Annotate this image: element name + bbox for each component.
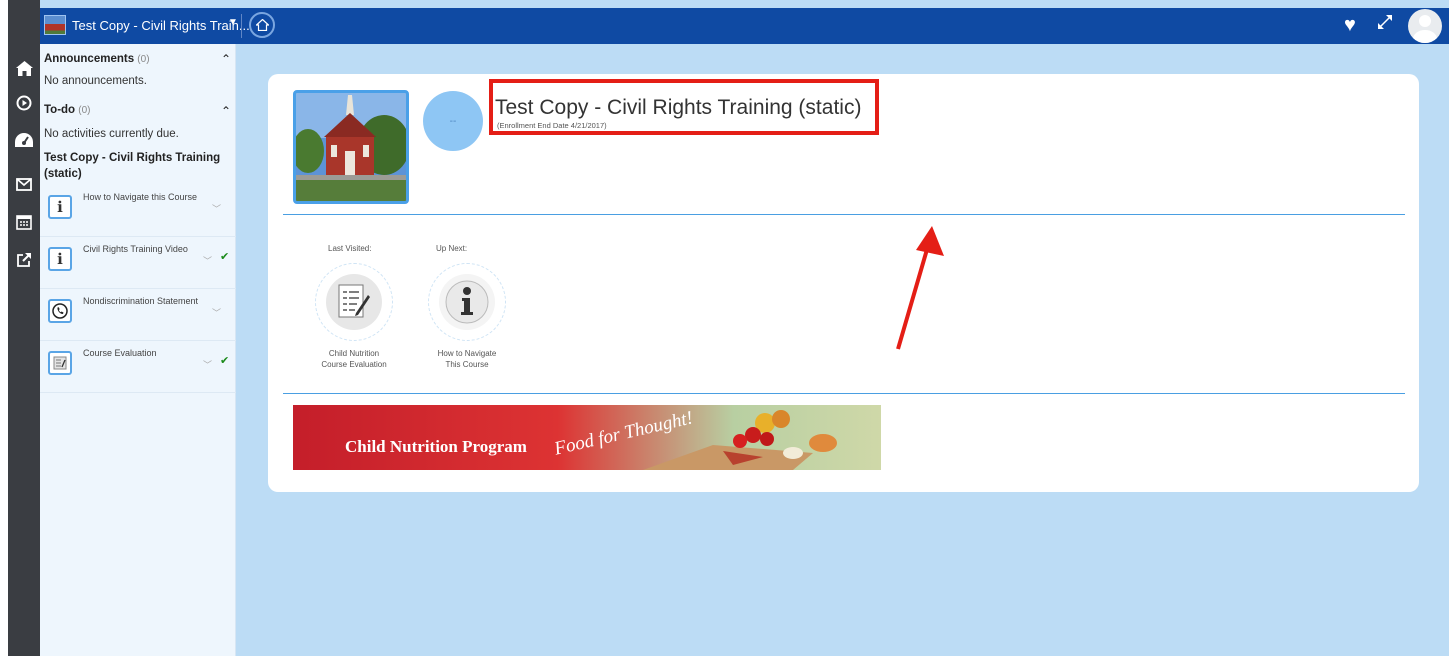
chevron-down-icon[interactable]: ﹀ bbox=[212, 202, 221, 215]
last-visited-activity[interactable] bbox=[315, 263, 393, 341]
caret-down-icon[interactable]: ▼ bbox=[228, 17, 238, 28]
up-next-line1: How to Navigate bbox=[437, 349, 497, 358]
calendar-icon[interactable] bbox=[8, 206, 40, 238]
activity-item[interactable]: ℹ Civil Rights Training Video ﹀ ✔ bbox=[40, 237, 236, 289]
icon-rail bbox=[8, 0, 40, 656]
announcements-header[interactable]: Announcements (0) bbox=[44, 53, 150, 65]
last-visited-heading: Last Visited: bbox=[328, 244, 372, 253]
up-next-label: How to Navigate This Course bbox=[422, 348, 512, 370]
collapse-todo-icon[interactable]: ⌃ bbox=[221, 104, 231, 118]
activity-item[interactable]: Course Evaluation ﹀ ✔ bbox=[40, 341, 236, 393]
course-thumbnail-icon bbox=[44, 15, 66, 35]
activity-label: Nondiscrimination Statement bbox=[83, 296, 199, 306]
chevron-down-icon[interactable]: ﹀ bbox=[212, 306, 221, 319]
last-visited-label: Child Nutrition Course Evaluation bbox=[309, 348, 399, 370]
activity-label: Civil Rights Training Video bbox=[83, 244, 188, 254]
highlight-box bbox=[489, 79, 879, 135]
dashboard-icon[interactable] bbox=[8, 124, 40, 156]
todo-header[interactable]: To-do (0) bbox=[44, 104, 91, 116]
home-icon[interactable] bbox=[8, 52, 40, 84]
play-circle-icon[interactable] bbox=[8, 87, 40, 119]
home-button[interactable] bbox=[249, 12, 275, 38]
course-image bbox=[293, 90, 409, 204]
up-next-activity[interactable] bbox=[428, 263, 506, 341]
sidebar: Announcements (0) ⌃ No announcements. To… bbox=[40, 44, 236, 656]
heart-icon[interactable]: ♥ bbox=[1344, 14, 1356, 37]
collapse-announcements-icon[interactable]: ⌃ bbox=[221, 52, 231, 66]
window-edge bbox=[0, 0, 8, 656]
divider bbox=[283, 214, 1405, 215]
top-bar: Test Copy - Civil Rights Train... ▼ ♥ bbox=[40, 8, 1449, 44]
info-icon: ℹ bbox=[48, 247, 72, 271]
program-banner: Child Nutrition Program Food for Thought… bbox=[293, 405, 881, 470]
todo-count: (0) bbox=[78, 105, 91, 116]
checklist-icon bbox=[326, 274, 382, 330]
todo-empty: No activities currently due. bbox=[44, 128, 179, 140]
up-next-line2: This Course bbox=[445, 360, 489, 369]
last-visited-line1: Child Nutrition bbox=[328, 349, 380, 358]
activity-item[interactable]: ℹ How to Navigate this Course ﹀ bbox=[40, 185, 236, 237]
phone-icon bbox=[48, 299, 72, 323]
course-heading: Test Copy - Civil Rights Training bbox=[44, 152, 221, 164]
announcements-count: (0) bbox=[137, 54, 150, 65]
banner-text: Child Nutrition Program bbox=[345, 437, 527, 456]
activity-item[interactable]: Nondiscrimination Statement ﹀ bbox=[40, 289, 236, 341]
checkmark-icon: ✔ bbox=[220, 355, 230, 367]
progress-circle: -- bbox=[423, 91, 483, 151]
info-icon bbox=[439, 274, 495, 330]
todo-title: To-do bbox=[44, 104, 76, 116]
divider bbox=[241, 14, 242, 38]
form-icon bbox=[48, 351, 72, 375]
announcements-title: Announcements bbox=[44, 53, 135, 65]
user-avatar-icon[interactable] bbox=[1408, 9, 1442, 43]
course-card: -- Test Copy - Civil Rights Training (st… bbox=[268, 74, 1419, 492]
course-heading-suffix: (static) bbox=[44, 168, 82, 180]
chevron-down-icon[interactable]: ﹀ bbox=[203, 358, 212, 371]
home-icon bbox=[255, 19, 269, 31]
checkmark-icon: ✔ bbox=[220, 251, 230, 263]
expand-icon[interactable] bbox=[1377, 14, 1393, 35]
announcements-empty: No announcements. bbox=[44, 75, 147, 87]
external-link-icon[interactable] bbox=[8, 244, 40, 276]
info-icon: ℹ bbox=[48, 195, 72, 219]
up-next-heading: Up Next: bbox=[436, 244, 468, 253]
last-visited-line2: Course Evaluation bbox=[321, 360, 387, 369]
activity-label: Course Evaluation bbox=[83, 348, 157, 358]
divider bbox=[283, 393, 1405, 394]
chevron-down-icon[interactable]: ﹀ bbox=[203, 254, 212, 267]
annotation-arrow bbox=[896, 226, 944, 350]
activity-label: How to Navigate this Course bbox=[83, 192, 198, 202]
mail-icon[interactable] bbox=[8, 168, 40, 200]
course-switcher-title[interactable]: Test Copy - Civil Rights Train... bbox=[72, 18, 250, 33]
